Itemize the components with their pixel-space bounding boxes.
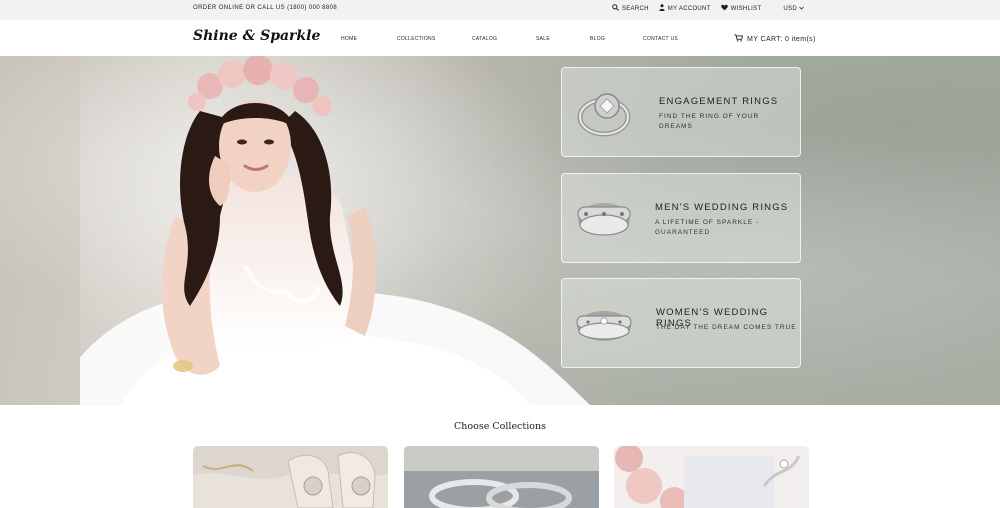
wishlist-label: WISHLIST (730, 5, 762, 12)
collections-heading: Choose Collections (454, 421, 546, 432)
nav-collections[interactable]: COLLECTIONS (397, 36, 436, 42)
card-title: ENGAGEMENT RINGS (659, 96, 779, 107)
bridal-photo (614, 446, 809, 508)
card-subtitle: A LIFETIME OF SPARKLE - GUARANTEED (655, 219, 760, 236)
card-mens-wedding-rings[interactable]: MEN'S WEDDING RINGS A LIFETIME OF SPARKL… (561, 173, 801, 263)
heart-icon (720, 4, 728, 13)
card-engagement-rings[interactable]: ENGAGEMENT RINGS FIND THE RING OF YOUR D… (561, 67, 801, 157)
hero-banner: ENGAGEMENT RINGS FIND THE RING OF YOUR D… (0, 56, 1000, 405)
cart-count: 0 item(s) (784, 35, 816, 43)
site-logo[interactable]: Shine & Sparkle (193, 28, 320, 44)
card-title: MEN'S WEDDING RINGS (655, 202, 789, 213)
shoes-photo (193, 446, 388, 508)
user-icon (659, 4, 665, 13)
nav-contact-us[interactable]: CONTACT US (643, 36, 678, 42)
collection-tile-shoes[interactable] (193, 446, 388, 508)
nav-catalog[interactable]: CATALOG (472, 36, 497, 42)
currency-value: USD (783, 5, 797, 12)
nav-sale[interactable]: SALE (536, 36, 550, 42)
cart-icon (734, 34, 744, 44)
card-subtitle: FIND THE RING OF YOUR DREAMS (659, 113, 760, 130)
womens-ring-icon (576, 311, 632, 341)
main-header: Shine & Sparkle HOME COLLECTIONS CATALOG… (0, 20, 1000, 56)
cart-link[interactable]: MY CART: 0 item(s) (734, 34, 816, 44)
collection-tile-bridal[interactable] (614, 446, 809, 508)
search-label: SEARCH (621, 5, 649, 12)
engagement-ring-icon (577, 93, 631, 137)
top-bar: ORDER ONLINE OR CALL US (1800) 000 8808 … (0, 0, 1000, 20)
bride-photo (80, 56, 600, 405)
wishlist-link[interactable]: WISHLIST (720, 4, 762, 13)
search-link[interactable]: SEARCH (612, 4, 649, 13)
card-subtitle: THE DAY THE DREAM COMES TRUE (656, 324, 797, 331)
nav-blog[interactable]: BLOG (590, 36, 605, 42)
chevron-down-icon (799, 6, 804, 12)
nav-home[interactable]: HOME (341, 36, 357, 42)
search-icon (612, 4, 619, 13)
my-account-label: MY ACCOUNT (667, 5, 711, 12)
collection-tile-rings[interactable] (404, 446, 599, 508)
currency-select[interactable]: USD (783, 6, 804, 12)
mens-ring-icon (577, 203, 631, 236)
order-phone-text: ORDER ONLINE OR CALL US (1800) 000 8808 (193, 5, 338, 11)
cart-label: MY CART: (747, 35, 783, 43)
card-womens-wedding-rings[interactable]: WOMEN'S WEDDING RINGS THE DAY THE DREAM … (561, 278, 801, 368)
top-tools: SEARCH MY ACCOUNT WISHLIST USD (602, 4, 804, 13)
my-account-link[interactable]: MY ACCOUNT (659, 4, 711, 13)
rings-photo (404, 446, 599, 508)
